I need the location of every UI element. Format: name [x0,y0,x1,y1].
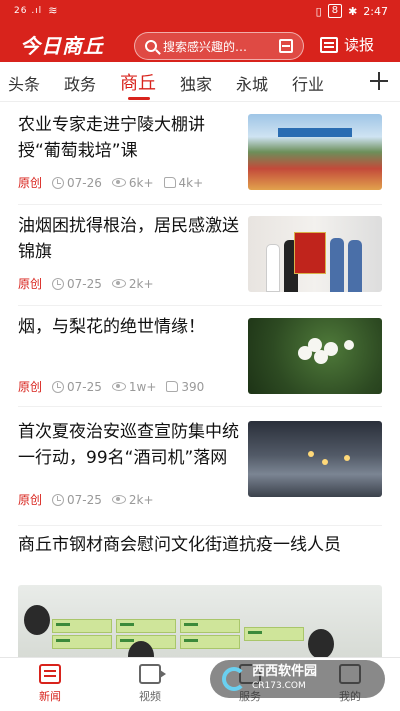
list-item[interactable]: 商丘市钢材商会慰问文化街道抗疫一线人员 [0,526,400,586]
category-tabs: 头条 政务 商丘 独家 永城 行业 [0,62,400,102]
article-likes: 390 [181,379,205,394]
article-meta: 原创 07-26 6k+ 4k+ [18,174,203,191]
eye-icon [111,178,126,187]
street-light [308,451,314,457]
watermark-url: CR173.COM [252,681,306,691]
clock-icon [52,176,65,189]
newspaper-icon [320,36,338,53]
article-date: 07-25 [67,276,102,291]
tab-exclusive[interactable]: 独家 [180,71,212,95]
original-tag: 原创 [18,176,43,190]
street-light [322,459,328,465]
article-views: 6k+ [128,175,154,190]
original-tag: 原创 [18,380,43,394]
thumbnail-figure [330,238,344,292]
article-date: 07-26 [67,175,102,190]
video-icon [139,664,166,684]
battery-indicator: 8 [327,4,343,18]
watermark-name: 西西软件园 [252,664,318,679]
nav-news-label: 新闻 [39,690,61,703]
article-views: 2k+ [128,492,154,507]
article-title[interactable]: 商丘市钢材商会慰问文化街道抗疫一线人员 [18,532,382,558]
search-icon [145,40,157,52]
nav-video[interactable]: 视频 [120,664,180,704]
article-thumbnail[interactable] [248,318,382,394]
thumbnail-figure [24,605,50,635]
thumbnail-banner [294,232,326,274]
nav-news[interactable]: 新闻 [20,664,80,704]
article-meta: 原创 07-25 2k+ [18,491,154,508]
article-title[interactable]: 首次夏夜治安巡查宣防集中统一行动，99名“酒司机”落网 [18,419,242,471]
watermark-logo-icon [222,667,246,691]
scan-icon[interactable] [279,39,293,53]
article-date: 07-25 [67,492,102,507]
tabs-fade [338,62,368,101]
article-views: 2k+ [128,276,154,291]
article-date: 07-25 [67,379,102,394]
flower-petal [324,342,338,356]
search-bar[interactable]: 搜索感兴趣的… [134,32,304,60]
active-tab-indicator [128,97,150,100]
list-item[interactable]: 首次夏夜治安巡查宣防集中统一行动，99名“酒司机”落网 原创 07-25 2k+ [0,407,400,527]
article-thumbnail[interactable] [248,114,382,190]
thumbs-up-icon [166,381,179,392]
eye-icon [111,382,126,391]
article-views: 1w+ [128,379,157,394]
read-paper-label: 读报 [344,36,375,54]
article-meta: 原创 07-25 2k+ [18,275,154,292]
vibrate-icon: ▯ [315,4,322,18]
tab-headlines[interactable]: 头条 [8,71,40,95]
article-thumbnail[interactable] [248,216,382,292]
article-meta: 原创 07-25 1w+ 390 [18,378,204,395]
thumbnail-figure [348,240,362,292]
watermark-overlay: 西西软件园 CR173.COM [210,660,385,698]
thumbnail-figure [308,629,334,657]
app-logo[interactable]: 今日商丘 [20,30,104,59]
eye-icon [111,279,126,288]
thumbnail-figure [266,244,280,292]
wifi-icon: ≋ [48,4,58,17]
thumbnail-box [116,619,176,633]
app-header: 今日商丘 搜索感兴趣的… 读报 [0,28,400,62]
clock-icon [52,277,65,290]
list-item[interactable]: 油烟困扰得根治，居民感激送锦旗 原创 07-25 2k+ [0,205,400,305]
tab-government[interactable]: 政务 [64,71,96,95]
thumbnail-box [180,635,240,649]
bluetooth-icon: ✱ [348,4,358,18]
read-paper-button[interactable]: 读报 [320,34,374,55]
article-thumbnail[interactable] [248,421,382,497]
eye-icon [111,495,126,504]
list-item[interactable]: 烟，与梨花的绝世情缘！ 原创 07-25 1w+ 390 [0,306,400,406]
list-item[interactable]: 农业专家走进宁陵大棚讲授“葡萄栽培”课 原创 07-26 6k+ 4k+ [0,102,400,204]
add-tab-icon[interactable] [366,68,392,94]
nav-video-label: 视频 [139,690,161,703]
thumbnail-box [244,627,304,641]
tab-yongcheng[interactable]: 永城 [236,71,268,95]
clock-icon [52,493,65,506]
article-title[interactable]: 农业专家走进宁陵大棚讲授“葡萄栽培”课 [18,112,242,164]
signal-indicator: 26 .ıl [14,5,43,16]
thumbnail-box [52,619,112,633]
street-light [344,455,350,461]
top-bar: 26 .ıl ≋ ▯ 8 ✱ 2:47 今日商丘 搜索感兴趣的… 读报 [0,0,400,62]
article-title[interactable]: 油烟困扰得根治，居民感激送锦旗 [18,213,242,265]
news-icon [39,664,61,684]
article-large-image[interactable] [18,585,382,657]
search-placeholder: 搜索感兴趣的… [163,39,248,54]
tab-shangqiu[interactable]: 商丘 [120,69,156,95]
original-tag: 原创 [18,277,43,291]
original-tag: 原创 [18,493,43,507]
status-bar: 26 .ıl ≋ ▯ 8 ✱ 2:47 [0,0,400,24]
thumbnail-banner [278,128,352,137]
tab-industry[interactable]: 行业 [292,71,324,95]
thumbnail-box [52,635,112,649]
article-title[interactable]: 烟，与梨花的绝世情缘！ [18,314,242,340]
clock: 2:47 [363,4,388,18]
clock-icon [52,380,65,393]
thumbs-up-icon [163,177,176,188]
flower-petal [344,340,354,350]
article-likes: 4k+ [178,175,204,190]
thumbnail-box [180,619,240,633]
